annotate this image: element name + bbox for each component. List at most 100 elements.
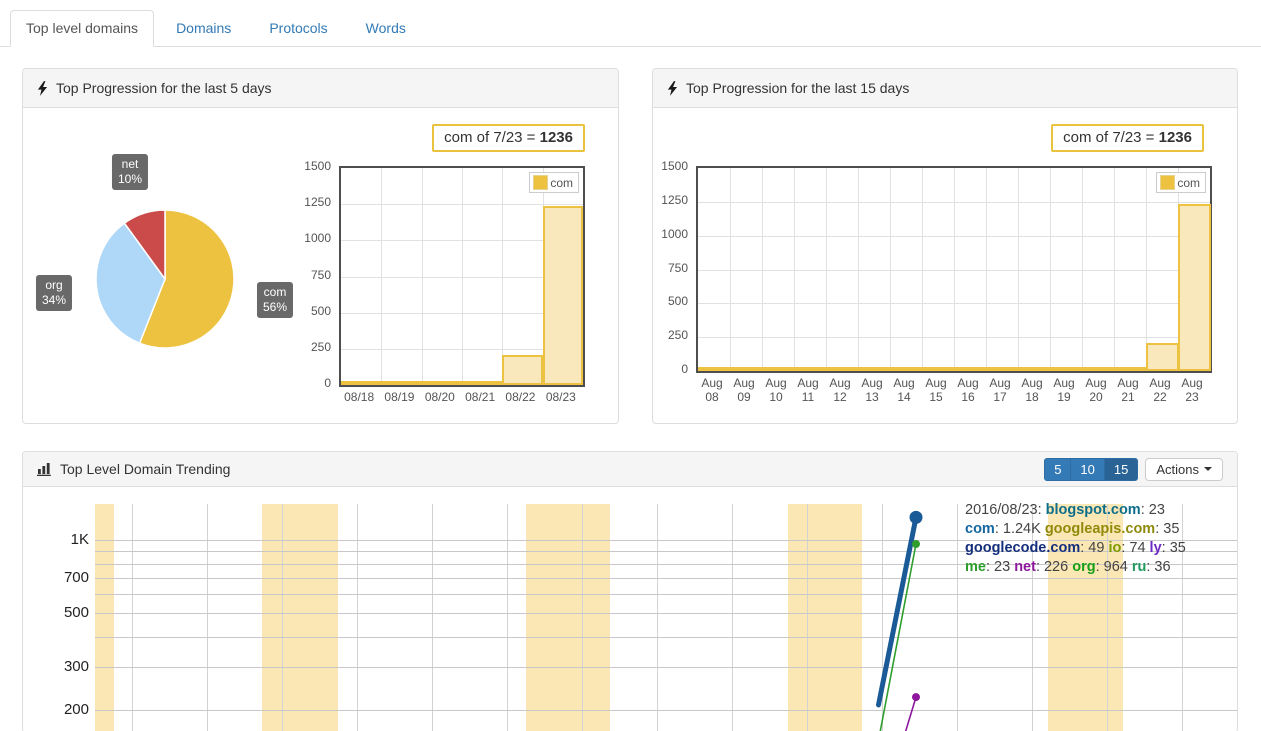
- x-axis-tick-line: Aug: [1048, 376, 1080, 390]
- y-axis-tick-label: 250: [287, 340, 331, 354]
- bar-Aug-18[interactable]: [1018, 367, 1051, 371]
- y-axis-tick-label: 0: [287, 376, 331, 390]
- grid-line-vertical: [1050, 168, 1051, 371]
- x-axis-tick-line: 22: [1144, 390, 1176, 404]
- pie-label-name: com: [263, 285, 287, 300]
- bar-Aug-08[interactable]: [698, 367, 731, 371]
- trend-dot-org[interactable]: [912, 540, 920, 548]
- bar-Aug-14[interactable]: [890, 367, 923, 371]
- legend-swatch-com: [533, 175, 548, 190]
- bar-Aug-15[interactable]: [922, 367, 955, 371]
- tooltip-text: : 74: [1121, 540, 1149, 556]
- bar-Aug-19[interactable]: [1050, 367, 1083, 371]
- bar-Aug-23[interactable]: [1178, 204, 1211, 371]
- bar-chart-icon: [37, 462, 52, 476]
- x-axis-tick-label: Aug15: [920, 376, 952, 404]
- pie-label-pct: 56%: [263, 300, 287, 315]
- panel-title: Top Progression for the last 5 days: [56, 80, 272, 96]
- x-axis-tick-label: Aug18: [1016, 376, 1048, 404]
- x-axis-tick-line: 18: [1016, 390, 1048, 404]
- x-axis-tick-line: 20: [1080, 390, 1112, 404]
- grid-line-vertical: [922, 168, 923, 371]
- x-axis-tick-line: Aug: [920, 376, 952, 390]
- x-axis-tick-line: 08/20: [420, 390, 460, 404]
- x-axis-tick-label: 08/19: [379, 390, 419, 404]
- x-axis-tick-label: Aug19: [1048, 376, 1080, 404]
- x-axis-tick-line: Aug: [824, 376, 856, 390]
- x-axis-tick-line: 08/23: [541, 390, 581, 404]
- y-axis-tick-label: 0: [653, 362, 688, 376]
- range-5-button[interactable]: 5: [1044, 458, 1071, 481]
- x-axis-tick-line: Aug: [856, 376, 888, 390]
- bar-Aug-11[interactable]: [794, 367, 827, 371]
- tab-words[interactable]: Words: [350, 10, 422, 47]
- bar-Aug-16[interactable]: [954, 367, 987, 371]
- panel-body-15-days: com of 7/23 = 1236 com025050075010001250…: [653, 108, 1237, 423]
- range-10-button[interactable]: 10: [1070, 458, 1104, 481]
- x-axis-tick-line: 17: [984, 390, 1016, 404]
- y-axis-tick-label: 700: [23, 568, 89, 588]
- pie-label-name: net: [118, 157, 142, 172]
- tab-domains[interactable]: Domains: [160, 10, 247, 47]
- tooltip-text: : 36: [1146, 559, 1170, 575]
- bar-08/23[interactable]: [543, 206, 584, 385]
- tab-top-level-domains[interactable]: Top level domains: [10, 10, 154, 47]
- pie-label-org: org34%: [36, 275, 72, 311]
- bar-hover-label: com of 7/23 = 1236: [432, 124, 585, 152]
- bar-08/19[interactable]: [381, 381, 422, 385]
- x-axis-tick-label: Aug10: [760, 376, 792, 404]
- bar-08/21[interactable]: [462, 381, 503, 385]
- panel-top-progression-15-days: Top Progression for the last 15 days com…: [652, 68, 1238, 424]
- bar-Aug-17[interactable]: [986, 367, 1019, 371]
- bar-08/20[interactable]: [422, 381, 463, 385]
- x-axis-tick-label: Aug17: [984, 376, 1016, 404]
- bar-Aug-10[interactable]: [762, 367, 795, 371]
- x-axis-tick-line: Aug: [792, 376, 824, 390]
- actions-dropdown-button[interactable]: Actions: [1145, 458, 1223, 481]
- bar-Aug-20[interactable]: [1082, 367, 1115, 371]
- bar-Aug-22[interactable]: [1146, 343, 1179, 371]
- bar-08/22[interactable]: [502, 355, 543, 385]
- tooltip-line: me: 23 net: 226 org: 964 ru: 36: [965, 558, 1186, 577]
- y-axis-tick-label: 1250: [287, 195, 331, 209]
- x-axis-tick-label: Aug11: [792, 376, 824, 404]
- tooltip-line: googlecode.com: 49 io: 74 ly: 35: [965, 539, 1186, 558]
- x-axis-tick-line: 08/21: [460, 390, 500, 404]
- bar-08/18[interactable]: [341, 381, 382, 385]
- range-15-button[interactable]: 15: [1104, 458, 1138, 481]
- plot-legend: com: [529, 172, 579, 193]
- bar-plot-area: com: [339, 166, 585, 387]
- trend-dot-net[interactable]: [912, 693, 920, 701]
- x-axis-tick-line: Aug: [696, 376, 728, 390]
- x-axis-tick-line: 21: [1112, 390, 1144, 404]
- grid-line-vertical: [1114, 168, 1115, 371]
- trend-line-org: [879, 544, 917, 731]
- x-axis-tick-line: Aug: [1016, 376, 1048, 390]
- tooltip-series-name: io: [1108, 540, 1121, 556]
- x-axis-tick-label: Aug20: [1080, 376, 1112, 404]
- x-axis-tick-line: 19: [1048, 390, 1080, 404]
- bolt-icon: [37, 81, 48, 96]
- tooltip-text: : 35: [1155, 521, 1179, 537]
- grid-line-vertical: [986, 168, 987, 371]
- trend-dot-com[interactable]: [910, 511, 923, 524]
- tab-protocols[interactable]: Protocols: [253, 10, 343, 47]
- trend-hover-tooltip: 2016/08/23: blogspot.com: 23com: 1.24K g…: [965, 501, 1186, 577]
- grid-line-vertical: [1018, 168, 1019, 371]
- x-axis-tick-line: Aug: [1144, 376, 1176, 390]
- trend-line-com: [879, 517, 917, 705]
- grid-line-vertical: [730, 168, 731, 371]
- x-axis-tick-line: Aug: [1176, 376, 1208, 390]
- range-button-group: 5 10 15: [1044, 458, 1138, 481]
- bar-Aug-12[interactable]: [826, 367, 859, 371]
- grid-line-vertical: [794, 168, 795, 371]
- bar-Aug-13[interactable]: [858, 367, 891, 371]
- grid-line-vertical: [858, 168, 859, 371]
- bar-Aug-09[interactable]: [730, 367, 763, 371]
- caret-down-icon: [1204, 467, 1212, 471]
- y-axis-tick-label: 1000: [653, 227, 688, 241]
- y-axis-tick-label: 1500: [653, 159, 688, 173]
- bar-Aug-21[interactable]: [1114, 367, 1147, 371]
- tooltip-line: com: 1.24K googleapis.com: 35: [965, 520, 1186, 539]
- x-axis-tick-label: Aug08: [696, 376, 728, 404]
